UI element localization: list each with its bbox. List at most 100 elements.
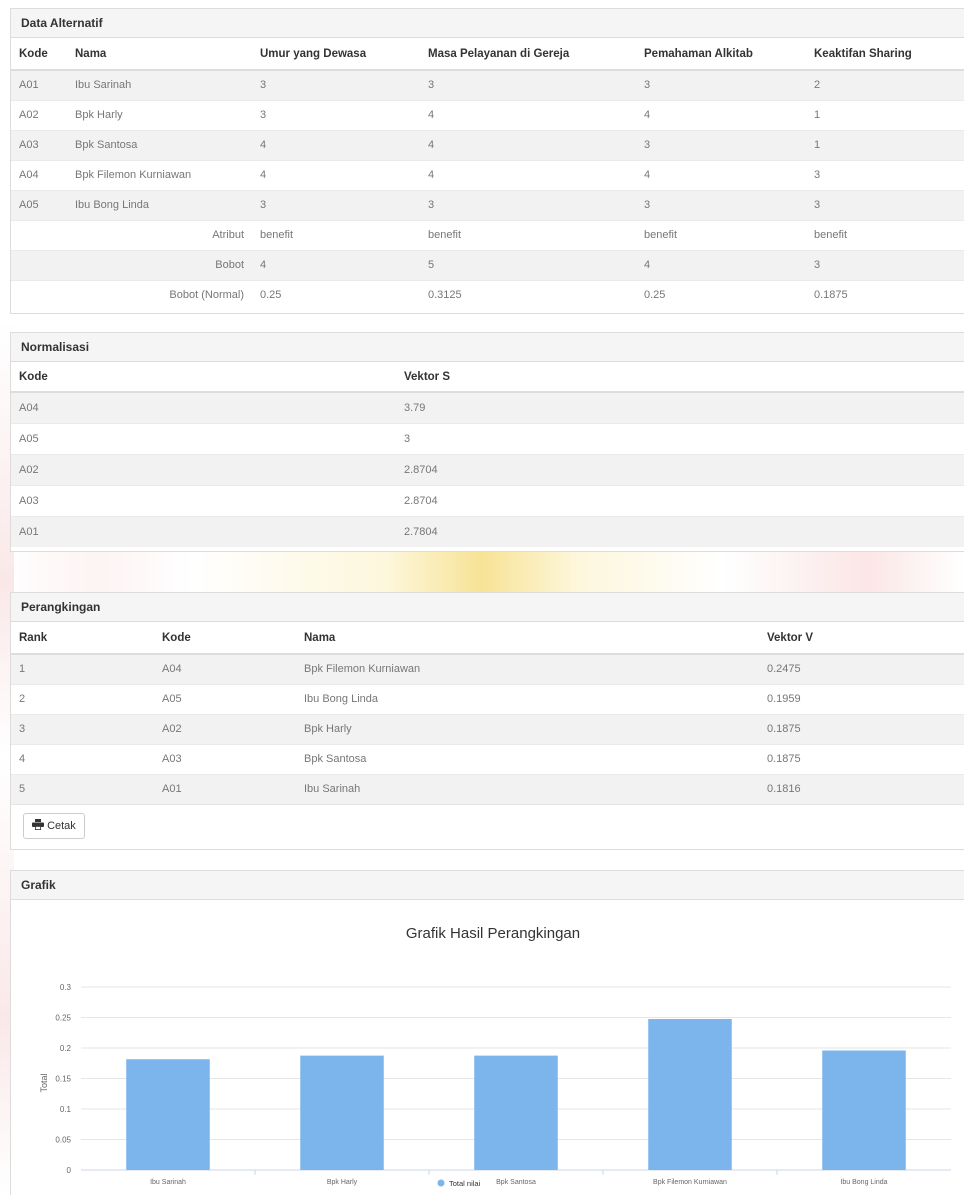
cell-nama: Bpk Harly: [296, 713, 759, 744]
cell-vektor-s: 3: [396, 422, 964, 454]
table-row: 3 A02 Bpk Harly 0.1875: [11, 713, 964, 744]
table-row: A03 Bpk Santosa 4 4 3 1: [11, 129, 964, 160]
x-tick-label: Bpk Santosa: [496, 1179, 536, 1186]
chart-legend[interactable]: Total nilai: [437, 1179, 481, 1188]
cell-value: 3: [252, 189, 420, 220]
cell-vektor-v: 0.2475: [759, 653, 964, 684]
cell-bobot: 4: [636, 249, 806, 280]
y-tick-label: 0.15: [55, 1075, 71, 1084]
perangkingan-table: Rank Kode Nama Vektor V 1 A04 Bpk Filemo…: [11, 622, 964, 804]
y-tick-label: 0: [67, 1166, 72, 1175]
data-alternatif-panel: Data Alternatif Kode Nama Umur yang Dewa…: [10, 8, 964, 314]
atribut-row: Atribut benefit benefit benefit benefit: [11, 219, 964, 250]
col-header: Keaktifan Sharing: [806, 38, 964, 71]
bobot-label: Bobot: [11, 249, 252, 280]
cell-value: 2: [806, 69, 964, 100]
cell-kode: A05: [154, 683, 296, 714]
legend-marker: [437, 1179, 445, 1187]
cell-kode: A01: [11, 515, 396, 547]
y-tick-label: 0.25: [55, 1014, 71, 1023]
table-row: A04 Bpk Filemon Kurniawan 4 4 4 3: [11, 159, 964, 190]
cell-kode: A04: [11, 391, 396, 423]
table-row: 4 A03 Bpk Santosa 0.1875: [11, 743, 964, 774]
table-row: A02 Bpk Harly 3 4 4 1: [11, 99, 964, 130]
cell-nama: Ibu Bong Linda: [296, 683, 759, 714]
cell-rank: 2: [11, 683, 154, 714]
normalisasi-table: Kode Vektor S A04 3.79 A05 3 A02 2.8704 …: [11, 362, 964, 547]
col-header: Kode: [11, 362, 396, 393]
legend-label: Total nilai: [449, 1179, 481, 1188]
cell-vektor-s: 2.7804: [396, 515, 964, 547]
cell-nama: Bpk Filemon Kurniawan: [67, 159, 252, 190]
cell-bobot-normal: 0.25: [252, 279, 420, 310]
cell-value: 4: [252, 159, 420, 190]
cell-kode: A05: [11, 189, 67, 220]
panel-footer: Cetak: [11, 804, 964, 847]
table-row: A01 Ibu Sarinah 3 3 3 2: [11, 69, 964, 100]
perangkingan-title: Perangkingan: [11, 593, 964, 622]
perangkingan-panel: Perangkingan Rank Kode Nama Vektor V 1 A…: [10, 592, 964, 850]
chart-bar: [300, 1055, 384, 1170]
col-header: Nama: [67, 38, 252, 71]
cell-kode: A03: [11, 484, 396, 516]
cell-nama: Bpk Filemon Kurniawan: [296, 653, 759, 684]
y-tick-label: 0.2: [60, 1044, 72, 1053]
cell-value: 3: [806, 159, 964, 190]
watermark-strip: [0, 548, 964, 592]
cell-value: 3: [806, 189, 964, 220]
table-row: A03 2.8704: [11, 484, 964, 516]
cell-vektor-s: 2.8704: [396, 453, 964, 485]
col-header: Umur yang Dewasa: [252, 38, 420, 71]
cell-value: 3: [252, 99, 420, 130]
cell-vektor-v: 0.1959: [759, 683, 964, 714]
cell-bobot-normal: 0.1875: [806, 279, 964, 310]
col-header: Kode: [11, 38, 67, 71]
table-header-row: Rank Kode Nama Vektor V: [11, 622, 964, 655]
data-alternatif-table: Kode Nama Umur yang Dewasa Masa Pelayana…: [11, 38, 964, 310]
chart-bar: [648, 1019, 732, 1170]
y-tick-label: 0.1: [60, 1105, 72, 1114]
col-header: Kode: [154, 622, 296, 655]
table-row: A05 Ibu Bong Linda 3 3 3 3: [11, 189, 964, 220]
cell-vektor-v: 0.1875: [759, 743, 964, 774]
cell-bobot-normal: 0.25: [636, 279, 806, 310]
cell-value: 4: [636, 99, 806, 130]
cell-bobot: 3: [806, 249, 964, 280]
bobot-normal-row: Bobot (Normal) 0.25 0.3125 0.25 0.1875: [11, 279, 964, 310]
grafik-title: Grafik: [11, 871, 964, 900]
cell-atribut: benefit: [636, 219, 806, 250]
cell-atribut: benefit: [806, 219, 964, 250]
cell-vektor-s: 3.79: [396, 391, 964, 423]
cell-kode: A05: [11, 422, 396, 454]
cell-atribut: benefit: [252, 219, 420, 250]
normalisasi-panel: Normalisasi Kode Vektor S A04 3.79 A05 3…: [10, 332, 964, 552]
table-row: A02 2.8704: [11, 453, 964, 485]
cell-kode: A03: [154, 743, 296, 774]
bobot-row: Bobot 4 5 4 3: [11, 249, 964, 280]
table-row: 1 A04 Bpk Filemon Kurniawan 0.2475: [11, 653, 964, 684]
cell-bobot: 4: [252, 249, 420, 280]
bobot-normal-label: Bobot (Normal): [11, 279, 252, 310]
table-row: A04 3.79: [11, 391, 964, 423]
cell-kode: A04: [154, 653, 296, 684]
cell-value: 4: [252, 129, 420, 160]
cell-value: 3: [636, 129, 806, 160]
cell-rank: 5: [11, 773, 154, 804]
cell-nama: Bpk Harly: [67, 99, 252, 130]
cell-value: 4: [420, 99, 636, 130]
chart-title: Grafik Hasil Perangkingan: [406, 925, 580, 942]
cell-nama: Bpk Santosa: [67, 129, 252, 160]
y-tick-label: 0.3: [60, 983, 72, 992]
print-button[interactable]: Cetak: [23, 813, 85, 839]
cell-nama: Ibu Bong Linda: [67, 189, 252, 220]
y-tick-label: 0.05: [55, 1136, 71, 1145]
cell-rank: 1: [11, 653, 154, 684]
cell-value: 1: [806, 129, 964, 160]
y-axis-ticks: 0 0.05 0.1 0.15 0.2 0.25 0.3: [55, 983, 71, 1175]
x-tick-label: Ibu Sarinah: [150, 1179, 186, 1186]
chart-bar: [126, 1059, 210, 1170]
cell-value: 4: [636, 159, 806, 190]
cell-nama: Ibu Sarinah: [67, 69, 252, 100]
cell-value: 3: [636, 189, 806, 220]
atribut-label: Atribut: [11, 219, 252, 250]
